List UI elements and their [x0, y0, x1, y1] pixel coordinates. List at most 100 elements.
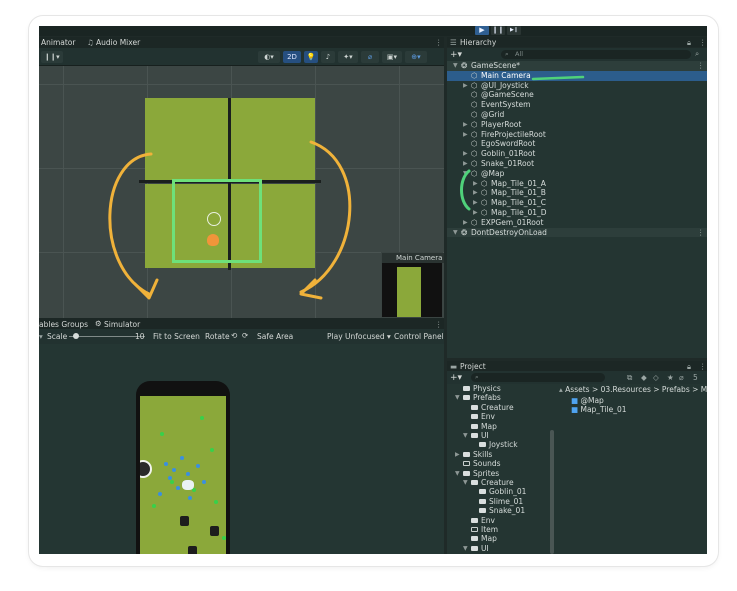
search-filter-icon[interactable]: ⌕ — [695, 49, 699, 59]
lock-icon[interactable]: 🔒︎ — [687, 38, 691, 48]
lighting-toggle[interactable]: 💡 — [304, 51, 318, 63]
project-folder-item[interactable]: Physics — [463, 384, 501, 394]
pause-button[interactable]: ❙❙ — [491, 26, 505, 35]
folder-label: Map — [481, 534, 497, 544]
chevron-right-icon[interactable]: ▶ — [455, 450, 461, 460]
folder-label: Goblin_01 — [489, 487, 527, 497]
project-folder-item[interactable]: Snake_01 — [479, 506, 525, 516]
add-object-button[interactable]: +▾ — [450, 50, 462, 60]
chevron-down-icon[interactable]: ▾ — [39, 332, 43, 341]
folder-icon — [471, 517, 478, 523]
folder-icon — [463, 461, 470, 467]
scene-view[interactable]: Main Camera — [39, 66, 444, 318]
create-asset-button[interactable]: +▾ — [450, 373, 462, 383]
scale-slider-handle[interactable] — [72, 333, 79, 339]
star-icon[interactable]: ★ — [667, 373, 674, 382]
simulator-toolbar: ▾ Scale 10 Fit to Screen Rotate ⟲ ⟳ Safe… — [39, 329, 444, 344]
project-folder-item[interactable]: Joystick — [479, 440, 518, 450]
chevron-down-icon[interactable]: ▼ — [463, 478, 469, 488]
tab-simulator[interactable]: Simulator — [104, 320, 140, 329]
audio-toggle[interactable]: ♪ — [321, 51, 335, 63]
shading-dropdown[interactable]: ◐▾ — [258, 51, 280, 63]
camera-dropdown[interactable]: ▣▾ — [382, 51, 402, 63]
joystick-icon[interactable] — [140, 460, 152, 478]
play-mode-dropdown[interactable]: Play Unfocused ▾ — [327, 332, 391, 341]
slime-enemy — [168, 476, 172, 480]
camera-preview-image — [397, 267, 421, 317]
project-folder-item[interactable]: Sounds — [463, 459, 501, 469]
scene-tab-bar: Animator ♫ Audio Mixer ⋮ — [39, 37, 444, 48]
hidden-packages-icon[interactable]: ⌀ — [679, 373, 684, 382]
filter-type-icon[interactable]: ⧉ — [627, 373, 632, 383]
camera-preview-title: Main Camera — [382, 253, 444, 263]
fit-to-screen-button[interactable]: Fit to Screen — [153, 332, 200, 341]
project-folder-item[interactable]: ▶ Skills — [455, 450, 492, 460]
tree-scrollbar[interactable] — [550, 430, 554, 554]
simulator-menu-icon[interactable]: ⋮ — [435, 320, 443, 329]
hierarchy-menu-icon[interactable]: ⋮ — [699, 38, 707, 47]
project-folder-item[interactable]: ▼ Creature — [463, 478, 514, 488]
scale-slider-track[interactable] — [69, 336, 145, 337]
simulator-view[interactable] — [39, 344, 444, 554]
camera-preview: Main Camera — [381, 252, 444, 318]
step-button[interactable]: ▶❙ — [507, 26, 521, 35]
tab-ables-groups[interactable]: ables Groups — [39, 320, 88, 329]
folder-icon — [463, 451, 470, 457]
project-folder-item[interactable]: Goblin_01 — [479, 487, 526, 497]
project-folder-tree: Physics ▼ Prefabs Creature Env Map ▼ UI Joystick… — [447, 384, 555, 554]
project-folder-item[interactable]: Map — [471, 534, 497, 544]
simulator-tab-bar: ables Groups ⚙ Simulator ⋮ — [39, 318, 444, 329]
gizmos-dropdown[interactable]: ⊕▾ — [405, 51, 427, 63]
play-button[interactable]: ▶ — [475, 26, 489, 35]
folder-icon — [471, 414, 478, 420]
exp-gem — [160, 432, 164, 436]
control-panel-button[interactable]: Control Panel — [394, 332, 444, 341]
folder-icon — [471, 536, 478, 542]
rotate-right-icon[interactable]: ⟳ — [242, 331, 248, 340]
tag-icon[interactable]: ◇ — [653, 373, 659, 382]
project-header: ▬ Project 🔒︎ ⋮ — [447, 361, 707, 371]
file-item[interactable]: ■ Map_Tile_01 — [571, 405, 627, 415]
project-folder-item[interactable]: ▼ Sprites — [455, 469, 499, 479]
project-search-input[interactable]: ⌕ — [471, 373, 605, 382]
rotate-left-icon[interactable]: ⟲ — [231, 331, 237, 340]
folder-icon — [463, 395, 470, 401]
project-menu-icon[interactable]: ⋮ — [699, 362, 707, 371]
speaker-icon: ♪ — [325, 53, 331, 61]
device-screen[interactable] — [140, 396, 226, 554]
tab-audio-mixer[interactable]: Audio Mixer — [96, 38, 140, 47]
project-folder-item[interactable]: Env — [471, 412, 495, 422]
hierarchy-search-bar: +▾ ⌕ All ⌕ — [447, 48, 707, 61]
project-folder-item[interactable]: Creature — [471, 403, 514, 413]
camera-icon: ▣▾ — [386, 53, 398, 61]
chevron-down-icon[interactable]: ▼ — [463, 431, 469, 441]
project-folder-item[interactable]: Env — [471, 516, 495, 526]
chevron-down-icon[interactable]: ▼ — [455, 469, 461, 479]
safe-area-toggle[interactable]: Safe Area — [257, 332, 293, 341]
draw-mode-dropdown[interactable]: ❙❙▾ — [41, 51, 63, 63]
slime-enemy — [176, 486, 180, 490]
left-arrowhead — [133, 278, 159, 300]
tab-menu-icon[interactable]: ⋮ — [435, 38, 443, 47]
breadcrumb[interactable]: ▴ Assets > 03.Resources > Prefabs > Ma — [559, 385, 707, 395]
filter-label-icon[interactable]: ◆ — [641, 373, 647, 382]
chevron-down-icon[interactable]: ▼ — [463, 544, 469, 554]
effects-dropdown[interactable]: ✦▾ — [338, 51, 358, 63]
project-folder-item[interactable]: Item — [471, 525, 498, 535]
exp-gem — [222, 536, 226, 540]
project-folder-item[interactable]: ▼ Prefabs — [455, 393, 501, 403]
project-folder-item[interactable]: ▼ UI — [463, 544, 489, 554]
hierarchy-search-input[interactable]: ⌕ All — [501, 50, 691, 59]
breadcrumb-path: Assets > 03.Resources > Prefabs > Ma — [565, 385, 707, 394]
prefab-icon: ■ — [571, 405, 579, 414]
chevron-down-icon[interactable]: ▼ — [455, 393, 461, 403]
project-folder-item[interactable]: ▼ UI — [463, 431, 489, 441]
slime-enemy — [202, 480, 206, 484]
tab-animator[interactable]: Animator — [41, 38, 75, 47]
hidden-objects-toggle[interactable]: ⌀ — [361, 51, 379, 63]
project-folder-item[interactable]: Slime_01 — [479, 497, 523, 507]
project-folder-item[interactable]: Map — [471, 422, 497, 432]
mode-2d-toggle[interactable]: 2D — [283, 51, 301, 63]
eye-slash-icon: ⌀ — [367, 53, 373, 61]
slime-enemy — [188, 496, 192, 500]
